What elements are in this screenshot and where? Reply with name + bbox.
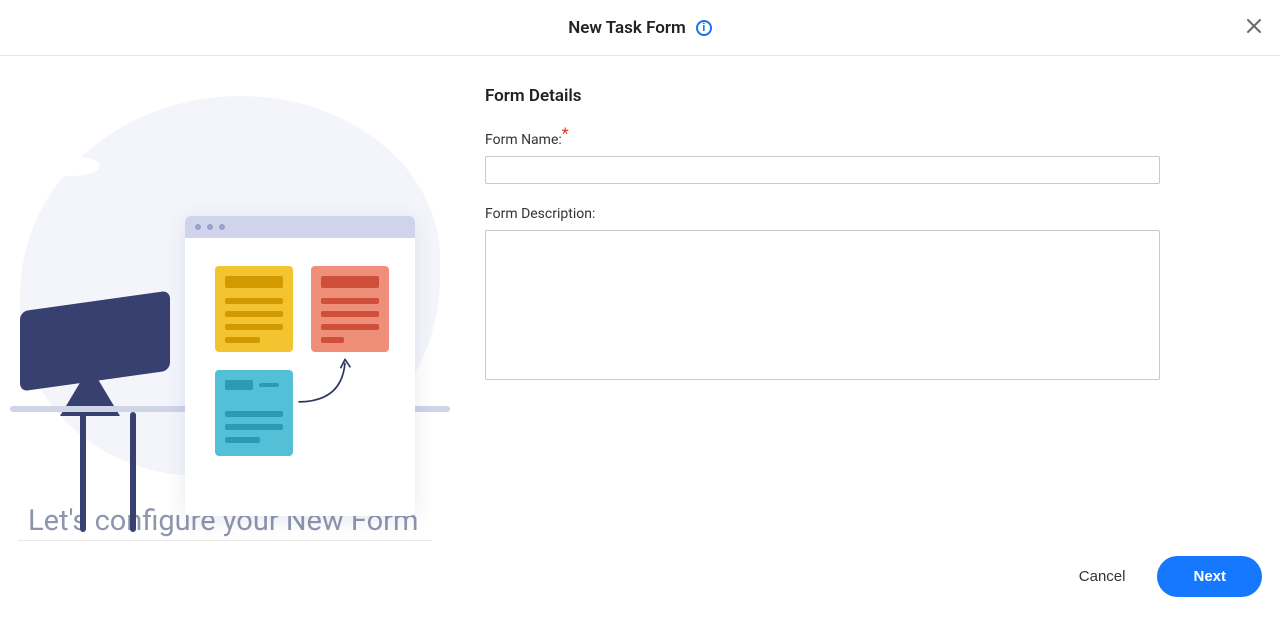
- illustration: [10, 76, 440, 496]
- close-icon[interactable]: [1246, 18, 1262, 34]
- form-name-input[interactable]: [485, 156, 1160, 184]
- form-description-label: Form Description:: [485, 206, 1160, 222]
- form-panel: Form Details Form Name:* Form Descriptio…: [450, 56, 1280, 546]
- cancel-button[interactable]: Cancel: [1073, 558, 1132, 595]
- dialog-footer: Cancel Next: [0, 546, 1280, 606]
- form-name-label: Form Name:*: [485, 132, 1160, 148]
- form-name-field: Form Name:*: [485, 132, 1160, 184]
- form-description-field: Form Description:: [485, 206, 1160, 384]
- required-indicator: *: [562, 123, 569, 142]
- section-title: Form Details: [485, 86, 1160, 106]
- dialog-title: New Task Form: [568, 18, 686, 38]
- dialog-header: New Task Form i: [0, 0, 1280, 56]
- dialog-title-wrap: New Task Form i: [568, 18, 712, 38]
- illustration-panel: Let's configure your New Form: [0, 56, 450, 546]
- info-icon[interactable]: i: [696, 20, 712, 36]
- next-button[interactable]: Next: [1157, 556, 1262, 597]
- form-description-input[interactable]: [485, 230, 1160, 380]
